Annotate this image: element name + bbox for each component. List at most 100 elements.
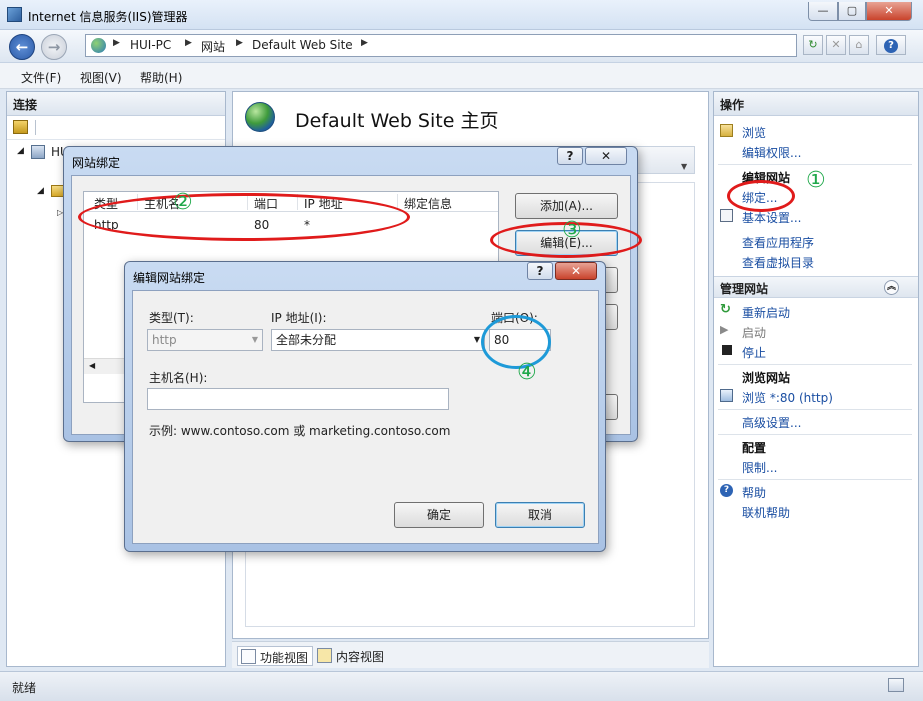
edit-binding-help-button[interactable]: ?	[527, 262, 553, 280]
annotation-step-3: ③	[562, 218, 582, 243]
breadcrumb-item-default-web-site[interactable]: Default Web Site	[252, 38, 353, 52]
iis-app-icon	[7, 7, 22, 22]
browse-folder-icon	[720, 124, 733, 137]
action-browse-port-80[interactable]: 浏览 *:80 (http)	[742, 389, 833, 406]
action-edit-permissions[interactable]: 编辑权限...	[742, 144, 801, 161]
site-bindings-dialog-title: 网站绑定	[72, 156, 121, 170]
stop-nav-button[interactable]: ✕	[826, 35, 846, 55]
stop-icon	[722, 345, 732, 355]
chevron-down-icon: ▼	[473, 335, 480, 344]
action-limits[interactable]: 限制...	[742, 459, 777, 476]
connections-toolbar	[7, 116, 225, 140]
tree-expander-icon[interactable]: ◢	[17, 146, 24, 156]
section-manage-site-label: 管理网站	[720, 282, 769, 296]
browse-site-icon	[720, 389, 733, 402]
minimize-button[interactable]: —	[808, 2, 838, 21]
action-view-virtual-directories[interactable]: 查看虚拟目录	[742, 254, 814, 271]
cancel-button[interactable]: 取消	[495, 502, 585, 528]
divider	[718, 164, 912, 165]
action-advanced-settings[interactable]: 高级设置...	[742, 414, 801, 431]
action-basic-settings[interactable]: 基本设置...	[742, 209, 801, 226]
refresh-icon: ↻	[808, 38, 818, 51]
site-bindings-close-button[interactable]: ✕	[585, 147, 627, 165]
title-bar: Internet 信息服务(IIS)管理器 — ▢ ✕	[0, 0, 923, 30]
action-online-help[interactable]: 联机帮助	[742, 504, 790, 521]
type-label: 类型(T):	[149, 311, 194, 325]
type-select-value: http	[152, 333, 177, 347]
help-menu-button[interactable]: ?	[876, 35, 906, 55]
scroll-left-icon[interactable]: ◀	[89, 361, 95, 370]
window-title: Internet 信息服务(IIS)管理器	[28, 10, 188, 24]
content-view-icon	[317, 648, 332, 663]
ip-address-select[interactable]: 全部未分配 ▼	[271, 329, 485, 351]
stop-icon: ✕	[831, 38, 841, 51]
status-text: 就绪	[12, 681, 37, 695]
menu-file[interactable]: 文件(F)	[21, 69, 61, 86]
section-manage-site: 管理网站 ︽	[714, 276, 918, 298]
divider	[718, 479, 912, 480]
menu-help[interactable]: 帮助(H)	[140, 69, 182, 86]
page-title: Default Web Site 主页	[295, 110, 499, 132]
tab-features-view-label: 功能视图	[260, 651, 309, 665]
host-name-example: 示例: www.contoso.com 或 marketing.contoso.…	[149, 424, 451, 438]
view-tabs: 功能视图 内容视图	[232, 641, 709, 668]
breadcrumb-separator: ▶	[113, 38, 120, 48]
help-icon: ?	[884, 39, 898, 53]
action-start[interactable]: 启动	[742, 324, 766, 341]
connect-icon[interactable]	[13, 120, 28, 134]
chevron-down-icon: ▼	[251, 335, 258, 344]
website-globe-icon	[245, 102, 275, 132]
collapse-button[interactable]: ︽	[884, 280, 899, 295]
help-icon: ?	[720, 484, 733, 497]
type-select[interactable]: http ▼	[147, 329, 263, 351]
section-browse-site: 浏览网站	[742, 371, 791, 385]
annotation-step-4: ④	[517, 360, 537, 385]
section-configure: 配置	[742, 441, 767, 455]
address-bar[interactable]: ▶ HUI-PC ▶ 网站 ▶ Default Web Site ▶	[85, 34, 797, 57]
tab-features-view[interactable]: 功能视图	[237, 646, 314, 666]
tab-content-view[interactable]: 内容视图	[314, 646, 388, 666]
action-restart[interactable]: 重新启动	[742, 304, 790, 321]
network-status-icon	[888, 678, 904, 692]
action-help[interactable]: 帮助	[742, 484, 766, 501]
divider	[718, 364, 912, 365]
site-bindings-help-button[interactable]: ?	[557, 147, 583, 165]
action-view-applications[interactable]: 查看应用程序	[742, 234, 814, 251]
action-stop[interactable]: 停止	[742, 344, 766, 361]
add-binding-button[interactable]: 添加(A)...	[515, 193, 618, 219]
breadcrumb-item-hui-pc[interactable]: HUI-PC	[130, 38, 171, 52]
edit-binding-dialog: 编辑网站绑定 ? ✕ 类型(T): http ▼ IP 地址(I): 全部未分配…	[124, 261, 606, 552]
divider	[718, 409, 912, 410]
globe-icon	[91, 38, 106, 53]
breadcrumb-item-sites[interactable]: 网站	[201, 38, 225, 55]
restart-icon: ↻	[720, 302, 731, 317]
scroll-down-icon[interactable]: ▼	[681, 162, 687, 171]
annotation-ellipse-binding-row	[78, 193, 410, 241]
breadcrumb-separator: ▶	[361, 38, 368, 48]
basic-settings-icon	[720, 209, 733, 222]
menu-view[interactable]: 视图(V)	[80, 69, 122, 86]
breadcrumb-separator: ▶	[236, 38, 243, 48]
annotation-ellipse-bindings	[727, 180, 795, 212]
tab-content-view-label: 内容视图	[336, 650, 385, 664]
actions-header: 操作	[714, 92, 918, 116]
home-icon: ⌂	[855, 38, 863, 51]
home-button[interactable]: ⌂	[849, 35, 869, 55]
status-bar: 就绪	[0, 671, 923, 701]
column-header-binding-info[interactable]: 绑定信息	[404, 195, 452, 212]
divider	[718, 434, 912, 435]
tree-expander-icon[interactable]: ◢	[37, 186, 44, 196]
maximize-button[interactable]: ▢	[838, 2, 866, 21]
start-icon: ▶	[720, 323, 729, 336]
host-name-input[interactable]	[147, 388, 449, 410]
refresh-button[interactable]: ↻	[803, 35, 823, 55]
edit-binding-close-button[interactable]: ✕	[555, 262, 597, 280]
close-button[interactable]: ✕	[866, 2, 912, 21]
action-browse[interactable]: 浏览	[742, 124, 766, 141]
host-name-label: 主机名(H):	[149, 371, 208, 385]
back-button[interactable]: ←	[9, 34, 35, 60]
ok-button[interactable]: 确定	[394, 502, 484, 528]
features-view-icon	[241, 649, 256, 664]
forward-button[interactable]: →	[41, 34, 67, 60]
edit-binding-dialog-title: 编辑网站绑定	[133, 271, 206, 285]
